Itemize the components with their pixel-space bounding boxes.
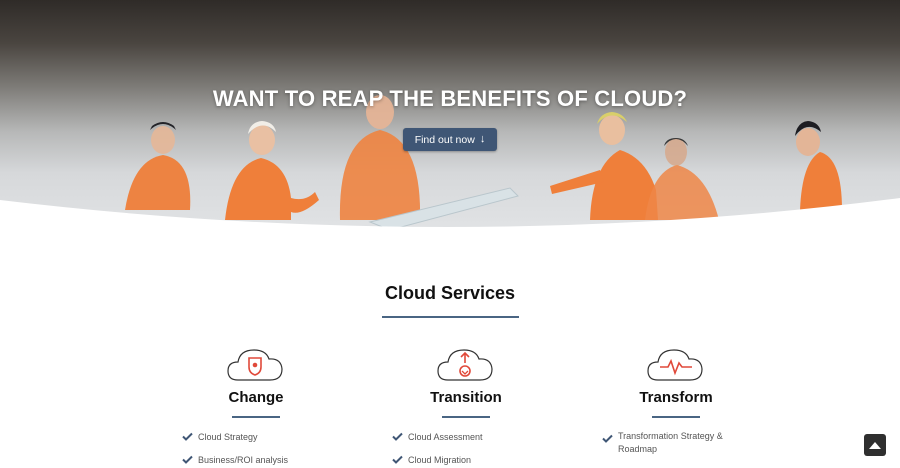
section-title-underline <box>382 316 519 318</box>
find-out-now-button[interactable]: Find out now ↓ <box>403 128 497 151</box>
cloud-shield-icon <box>227 349 283 381</box>
hero-wave-divider <box>0 198 900 240</box>
check-icon <box>392 432 403 441</box>
section-title: Cloud Services <box>384 283 516 303</box>
list-item-label: Business/ROI analysis <box>198 455 289 465</box>
service-title-transform: Transform <box>639 389 713 406</box>
list-item: Cloud Strategy <box>182 431 372 444</box>
list-item-label: Cloud Migration <box>408 455 472 465</box>
service-title-transition: Transition <box>430 389 502 406</box>
check-icon <box>182 432 193 441</box>
service-title-underline <box>442 416 490 418</box>
list-item: Transformation Strategy & Roadmap <box>602 430 742 456</box>
list-item-label: Cloud Strategy <box>198 432 258 442</box>
service-list-transform: Transformation Strategy & Roadmap <box>602 430 792 466</box>
find-out-now-label: Find out now <box>414 133 475 146</box>
service-list-change: Cloud Strategy Business/ROI analysis <box>182 431 372 468</box>
scroll-to-top-button[interactable] <box>864 434 886 456</box>
service-list-transition: Cloud Assessment Cloud Migration <box>392 431 582 468</box>
list-item-label: Cloud Assessment <box>408 432 483 442</box>
list-item: Cloud Migration <box>392 454 582 467</box>
arrow-down-icon: ↓ <box>479 133 486 145</box>
caret-up-icon <box>869 442 881 449</box>
list-item-label: Transformation Strategy & Roadmap <box>618 431 723 454</box>
hero-title: WANT TO REAP THE BENEFITS OF CLOUD? <box>212 86 688 111</box>
hero-banner: WANT TO REAP THE BENEFITS OF CLOUD? Find… <box>0 0 900 240</box>
cloud-pulse-icon <box>647 349 703 381</box>
check-icon <box>392 455 403 464</box>
service-title-change: Change <box>228 389 284 406</box>
check-icon <box>182 455 193 464</box>
list-item: Business/ROI analysis <box>182 454 372 467</box>
list-item: Cloud Assessment <box>392 431 582 444</box>
service-title-underline <box>652 416 700 418</box>
check-icon <box>602 434 613 443</box>
cloud-migration-icon <box>437 349 493 381</box>
service-title-underline <box>232 416 280 418</box>
